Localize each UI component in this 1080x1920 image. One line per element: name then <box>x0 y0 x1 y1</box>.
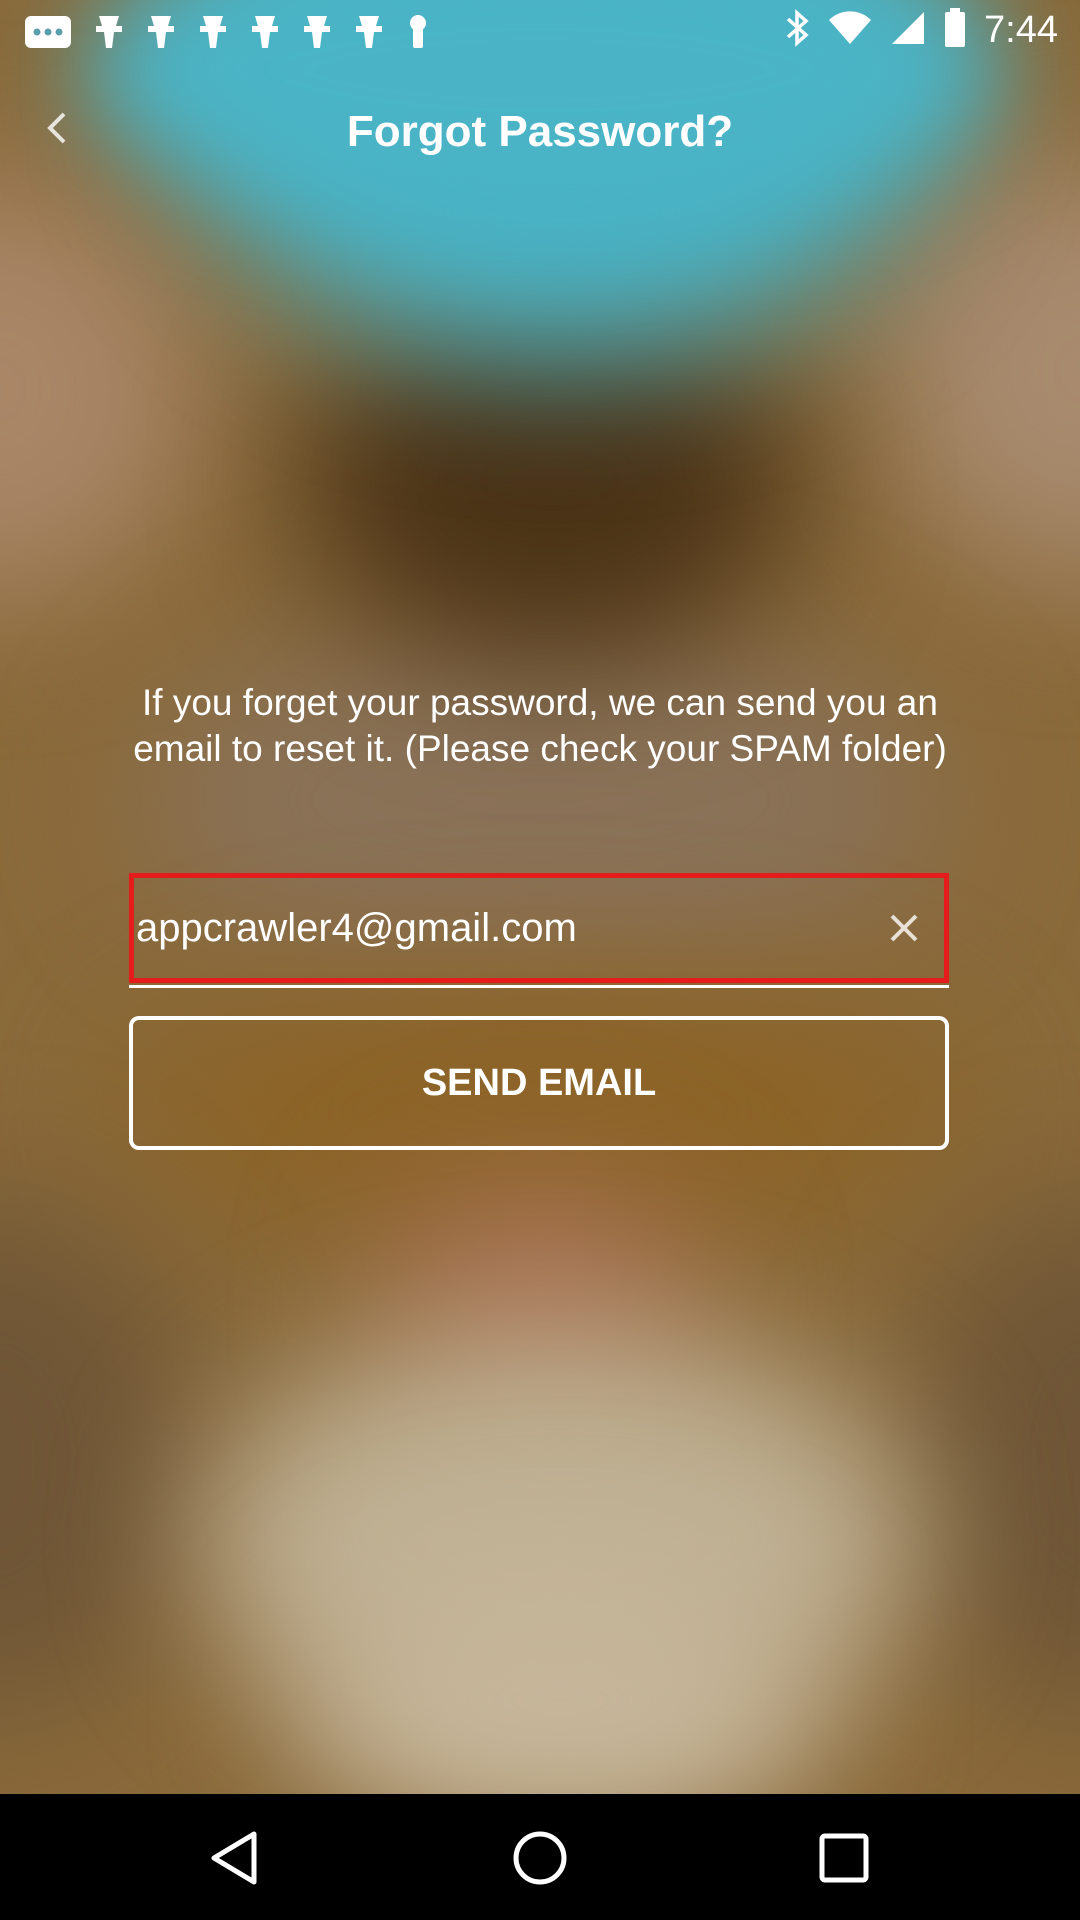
keyhole-icon <box>406 14 430 55</box>
notification-icon <box>302 14 332 55</box>
nav-back-button[interactable] <box>196 1818 276 1898</box>
notification-icon <box>354 14 384 55</box>
battery-icon <box>944 8 966 53</box>
recents-icon <box>819 1833 869 1883</box>
email-field[interactable]: appcrawler4@gmail.com <box>129 873 949 983</box>
home-icon <box>513 1831 567 1885</box>
send-email-button[interactable]: SEND EMAIL <box>129 1016 949 1150</box>
wifi-icon <box>828 10 872 51</box>
signal-icon <box>890 10 926 51</box>
status-bar: 7:44 <box>0 0 1080 64</box>
more-icon <box>24 15 72 54</box>
status-right-icons: 7:44 <box>784 8 1058 53</box>
page-title: Forgot Password? <box>346 107 734 156</box>
navigation-bar <box>0 1794 1080 1920</box>
status-left-icons <box>24 14 430 55</box>
notification-icon <box>198 14 228 55</box>
status-time: 7:44 <box>984 9 1058 51</box>
notification-icon <box>94 14 124 55</box>
email-underline <box>129 985 949 988</box>
notification-icon <box>250 14 280 55</box>
email-value[interactable]: appcrawler4@gmail.com <box>136 900 577 956</box>
bluetooth-icon <box>784 8 810 53</box>
back-icon <box>211 1831 257 1885</box>
nav-recents-button[interactable] <box>804 1818 884 1898</box>
description-text: If you forget your password, we can send… <box>133 682 947 769</box>
notification-icon <box>146 14 176 55</box>
clear-button[interactable] <box>882 906 926 950</box>
close-icon <box>890 914 918 942</box>
nav-home-button[interactable] <box>500 1818 580 1898</box>
